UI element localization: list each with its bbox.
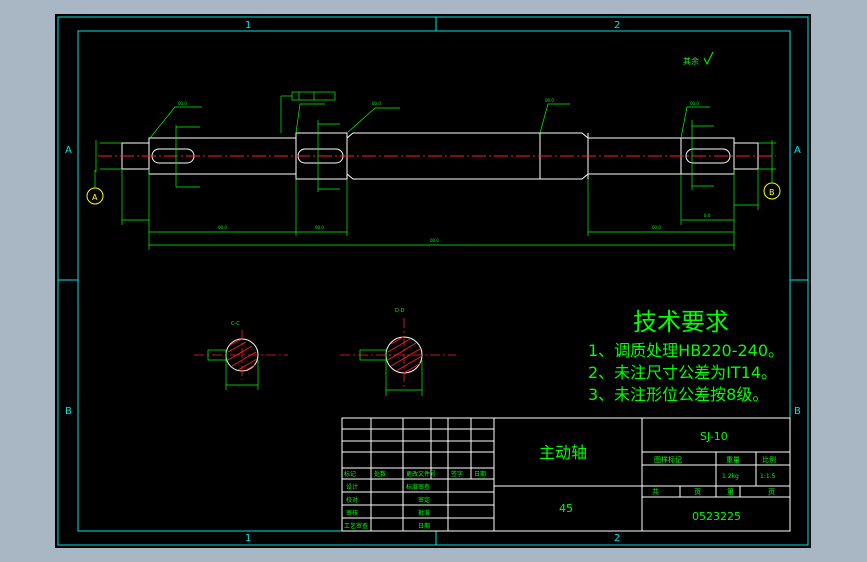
- datum-right-label: B: [769, 188, 775, 197]
- role2-label: 审定: [418, 496, 430, 504]
- svg-text:00.0: 00.0: [218, 225, 227, 230]
- zone-right-b: B: [794, 406, 801, 417]
- scale-value: 1:1.5: [760, 473, 776, 480]
- tech-requirement-3: 3、未注形位公差按8级。: [588, 385, 768, 404]
- zone-right-a: A: [794, 145, 801, 156]
- zone-bottom-2: 2: [614, 533, 620, 544]
- rev-header: 日期: [474, 470, 486, 478]
- student-number: 0523225: [692, 510, 741, 523]
- sheet-label: 第: [727, 487, 734, 496]
- role-label: 设计: [346, 483, 358, 491]
- svg-text:00.0: 00.0: [372, 101, 381, 106]
- weight-value: 1.2kg: [722, 473, 739, 480]
- part-name: 主动轴: [539, 443, 587, 462]
- mark-label: 图样标记: [654, 455, 682, 464]
- svg-text:00.0: 00.0: [652, 225, 661, 230]
- rev-header: 处数: [374, 470, 386, 478]
- svg-text:0.0: 0.0: [704, 213, 711, 218]
- roughness-note: 其余: [683, 56, 699, 66]
- drawing-number: SJ-10: [700, 430, 728, 443]
- rev-header: 标记: [344, 470, 356, 478]
- weight-label: 重量: [726, 456, 740, 464]
- role2-label: 批准: [418, 509, 430, 517]
- section-d-label: D-D: [395, 308, 405, 314]
- role2-label: 标准审查: [406, 483, 430, 491]
- rev-header: 更改文件号: [406, 470, 436, 478]
- svg-text:00.0: 00.0: [315, 225, 324, 230]
- svg-text:00.0: 00.0: [430, 238, 439, 243]
- svg-text:00.0: 00.0: [178, 101, 187, 106]
- cad-drawing: 1 2 1 2 A B A B 其余 00.0 00.0 00.0 00.0 0…: [55, 14, 811, 548]
- zone-left-a: A: [65, 145, 72, 156]
- svg-text:00.0: 00.0: [545, 98, 554, 103]
- zone-top-1: 1: [245, 20, 251, 31]
- sheet-total-label: 共: [652, 487, 659, 496]
- svg-text:00.0: 00.0: [690, 101, 699, 106]
- tech-requirement-1: 1、调质处理HB220-240。: [588, 341, 784, 360]
- sheet-page2-label: 页: [768, 488, 775, 496]
- tech-requirement-2: 2、未注尺寸公差为IT14。: [588, 363, 777, 382]
- sheet-page-label: 页: [694, 488, 701, 496]
- section-c-label: C-C: [231, 321, 240, 327]
- zone-top-2: 2: [614, 20, 620, 31]
- role-label: 校对: [346, 496, 358, 504]
- tech-requirements-title: 技术要求: [633, 308, 729, 336]
- scale-label: 比例: [762, 455, 776, 464]
- datum-left-label: A: [92, 193, 98, 202]
- zone-left-b: B: [65, 406, 72, 417]
- material: 45: [559, 502, 573, 515]
- rev-header: 签字: [451, 470, 463, 478]
- role-label: 审核: [346, 509, 358, 517]
- role2-label: 日期: [418, 522, 430, 530]
- role-label: 工艺审查: [344, 522, 368, 530]
- zone-bottom-1: 1: [245, 533, 251, 544]
